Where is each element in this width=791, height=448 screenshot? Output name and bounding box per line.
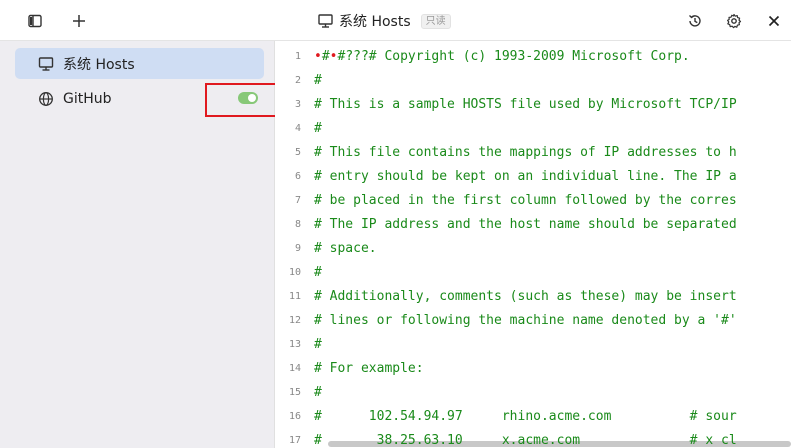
monitor-icon (318, 14, 333, 28)
line-number: 1 (294, 51, 301, 62)
code-line[interactable]: 1 •#•#???# Copyright (c) 1993-2009 Micros… (275, 45, 791, 69)
line-number: 16 (288, 411, 301, 422)
code-line[interactable]: 13 # (275, 333, 791, 357)
sidebar: 系统 Hosts GitHub (0, 41, 275, 448)
code-text: # entry should be kept on an individual … (314, 169, 737, 184)
line-number: 13 (288, 339, 301, 350)
code-text: # (314, 385, 322, 400)
code-text: # This file contains the mappings of IP … (314, 145, 737, 160)
code-text: # (314, 265, 322, 280)
toggle-knob (248, 94, 256, 102)
code-line[interactable]: 6 # entry should be kept on an individual… (275, 165, 791, 189)
sidebar-layout-icon (28, 14, 42, 28)
line-prefix: •#•#??? (314, 49, 369, 64)
monitor-icon (38, 57, 54, 71)
code-text: # (314, 337, 322, 352)
sidebar-item-system-hosts[interactable]: 系统 Hosts (15, 48, 264, 79)
line-number: 15 (288, 387, 301, 398)
code-line[interactable]: 9 # space. (275, 237, 791, 261)
sidebar-item-github[interactable]: GitHub (15, 83, 264, 114)
code-line[interactable]: 8 # The IP address and the host name shou… (275, 213, 791, 237)
plus-icon (73, 15, 85, 27)
line-number: 12 (288, 315, 301, 326)
github-enable-toggle[interactable] (238, 92, 258, 104)
sidebar-toggle-button[interactable] (23, 9, 47, 33)
code-line[interactable]: 14 # For example: (275, 357, 791, 381)
line-number: 2 (294, 75, 301, 86)
history-icon (689, 15, 701, 27)
line-number: 4 (294, 123, 301, 134)
code-line[interactable]: 12 # lines or following the machine name … (275, 309, 791, 333)
line-number: 10 (288, 267, 301, 278)
code-text: # The IP address and the host name shoul… (314, 217, 737, 232)
line-number: 14 (288, 363, 301, 374)
code-text: # lines or following the machine name de… (314, 313, 737, 328)
line-number: 6 (294, 171, 301, 182)
history-button[interactable] (683, 9, 707, 33)
add-hosts-button[interactable] (67, 9, 91, 33)
close-button[interactable] (762, 9, 786, 33)
code-line[interactable]: 15 # (275, 381, 791, 405)
code-line[interactable]: 2 # (275, 69, 791, 93)
code-line[interactable]: 16 # 102.54.94.97 rhino.acme.com # sour (275, 405, 791, 429)
code-text: # 38.25.63.10 x.acme.com # x cl (314, 433, 737, 448)
line-number: 5 (294, 147, 301, 158)
line-number: 17 (288, 435, 301, 446)
close-icon (768, 15, 780, 27)
window-title: 系统 Hosts 只读 (318, 10, 451, 32)
sidebar-item-label: GitHub (63, 90, 112, 107)
globe-icon (39, 92, 53, 106)
window-title-text: 系统 Hosts (339, 14, 411, 30)
code-text: # For example: (314, 361, 424, 376)
sidebar-item-label: 系统 Hosts (63, 56, 135, 73)
code-line[interactable]: 3 # This is a sample HOSTS file used by M… (275, 93, 791, 117)
line-number: 9 (294, 243, 301, 254)
hosts-editor[interactable]: 1 •#•#???# Copyright (c) 1993-2009 Micros… (275, 41, 791, 448)
code-text: # space. (314, 241, 377, 256)
code-text: # (314, 121, 322, 136)
code-line[interactable]: 11 # Additionally, comments (such as thes… (275, 285, 791, 309)
line-number: 8 (294, 219, 301, 230)
code-text: # This is a sample HOSTS file used by Mi… (314, 97, 737, 112)
code-text: •#•#???# Copyright (c) 1993-2009 Microso… (314, 49, 690, 64)
line-rest: # Copyright (c) 1993-2009 Microsoft Corp… (368, 49, 690, 64)
code-line[interactable]: 10 # (275, 261, 791, 285)
gear-icon (727, 13, 742, 29)
code-line[interactable]: 7 # be placed in the first column followe… (275, 189, 791, 213)
line-number: 7 (294, 195, 301, 206)
code-text: # (314, 73, 322, 88)
settings-button[interactable] (722, 9, 746, 33)
title-bar: 系统 Hosts 只读 (0, 0, 791, 41)
read-only-badge: 只读 (420, 13, 451, 29)
code-text: # 102.54.94.97 rhino.acme.com # sour (314, 409, 737, 424)
code-text: # Additionally, comments (such as these)… (314, 289, 737, 304)
line-number: 11 (288, 291, 301, 302)
code-text: # be placed in the first column followed… (314, 193, 737, 208)
code-line[interactable]: 17 # 38.25.63.10 x.acme.com # x cl (275, 429, 791, 448)
code-line[interactable]: 5 # This file contains the mappings of IP… (275, 141, 791, 165)
code-line[interactable]: 4 # (275, 117, 791, 141)
line-number: 3 (294, 99, 301, 110)
